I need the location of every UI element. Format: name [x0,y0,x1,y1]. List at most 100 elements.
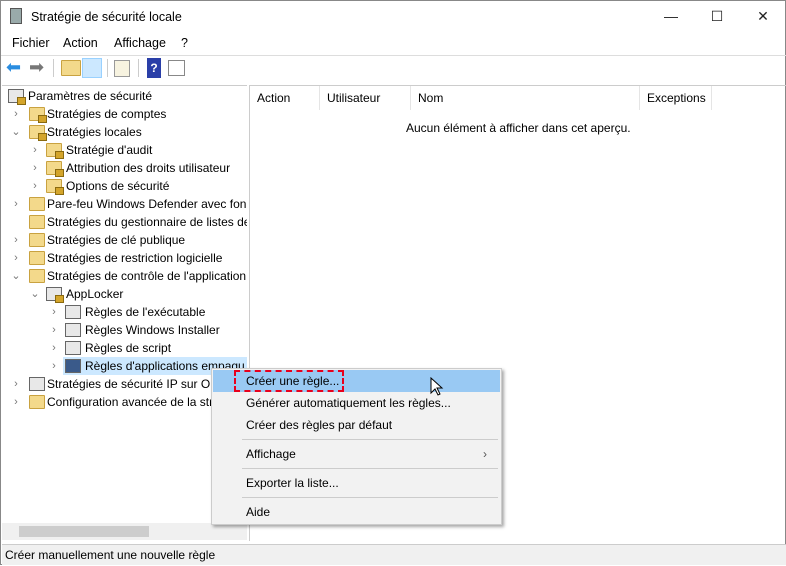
column-exceptions[interactable]: Exceptions [640,86,712,110]
tree-item[interactable]: Stratégies du gestionnaire de listes de [2,213,247,231]
packaged-app-icon [65,359,81,373]
expand-chevron-icon[interactable]: › [30,159,40,177]
expand-chevron-icon[interactable]: › [49,357,59,375]
up-folder-icon[interactable] [61,60,81,76]
folder-lock-icon [46,143,64,159]
executable-icon [65,305,81,319]
help-icon[interactable]: ? [147,58,161,78]
main-window: Stratégie de sécurité locale — ☐ ✕ Fichi… [0,0,786,565]
installer-icon [65,323,81,337]
folder-icon [29,395,45,409]
tree-item-label: Configuration avancée de la str [47,395,214,409]
menu-item-label: Aide [246,505,271,519]
close-button[interactable]: ✕ [740,1,786,31]
column-action[interactable]: Action [250,86,320,110]
menu-item-label: Générer automatiquement les règles... [246,396,451,410]
expand-chevron-icon[interactable]: › [11,249,21,267]
tree-item[interactable]: Paramètres de sécurité [2,87,247,105]
tree-item[interactable]: › Stratégie d'audit [2,141,247,159]
tree-item[interactable]: › Règles de l'exécutable [2,303,247,321]
column-utilisateur[interactable]: Utilisateur [320,86,411,110]
tree-item[interactable]: › Options de sécurité [2,177,247,195]
tree-item-label: Stratégies de sécurité IP sur Ord [47,377,221,391]
folder-lock-icon [29,107,47,123]
tree-item-label: AppLocker [66,287,124,301]
tree-item-label: Stratégies de restriction logicielle [47,251,223,265]
collapse-chevron-icon[interactable]: ⌄ [11,267,21,285]
menu-item-label: Créer des règles par défaut [246,418,393,432]
tree-item[interactable]: ⌄ Stratégies locales [2,123,247,141]
expand-chevron-icon[interactable]: › [30,141,40,159]
folder-icon [29,251,45,265]
tree-item[interactable]: › Pare-feu Windows Defender avec fon [2,195,247,213]
security-settings-icon [8,89,26,105]
folder-icon [29,197,45,211]
script-icon [65,341,81,355]
app-icon [10,8,22,24]
tree-item-label: Règles de l'exécutable [85,305,206,319]
menu-action[interactable]: Action [63,36,98,50]
folder-icon [29,215,45,229]
menu-item-label: Exporter la liste... [246,476,339,490]
tree-item-label: Stratégie d'audit [66,143,153,157]
column-nom[interactable]: Nom [411,86,640,110]
menu-item-default-rules[interactable]: Créer des règles par défaut [213,414,500,436]
folder-icon [29,269,45,283]
collapse-chevron-icon[interactable]: ⌄ [11,123,21,141]
tree-item-label: Pare-feu Windows Defender avec fon [47,197,247,211]
tree-item-label: Stratégies de clé publique [47,233,186,247]
expand-chevron-icon[interactable]: › [11,105,21,123]
tree-item[interactable]: ⌄ Stratégies de contrôle de l'application [2,267,247,285]
expand-chevron-icon[interactable]: › [30,177,40,195]
tree-item[interactable]: › Stratégies de restriction logicielle [2,249,247,267]
menu-item-aide[interactable]: Aide [213,501,500,523]
expand-chevron-icon[interactable]: › [11,231,21,249]
menu-item-auto-generate[interactable]: Générer automatiquement les règles... [213,392,500,414]
tree-horizontal-scrollbar[interactable] [2,523,247,540]
export-list-icon[interactable] [114,60,130,77]
tree-item[interactable]: › Règles de script [2,339,247,357]
status-bar: Créer manuellement une nouvelle règle [2,544,786,565]
maximize-button[interactable]: ☐ [694,1,740,31]
folder-lock-icon [46,161,64,177]
folder-lock-icon [29,125,47,141]
tree-item-label: Stratégies du gestionnaire de listes de [47,215,247,229]
expand-chevron-icon[interactable]: › [11,375,21,393]
expand-chevron-icon[interactable]: › [49,321,59,339]
expand-chevron-icon[interactable]: › [49,303,59,321]
show-action-pane-icon[interactable] [168,60,185,76]
tree-item-label: Règles Windows Installer [85,323,220,337]
expand-chevron-icon[interactable]: › [11,393,21,411]
annotation-highlight [234,370,344,392]
back-icon[interactable]: ⬅ [6,58,26,78]
menu-help[interactable]: ? [181,36,188,50]
tree-item[interactable]: › Règles Windows Installer [2,321,247,339]
tree-item[interactable]: ⌄ AppLocker [2,285,247,303]
scrollbar-thumb[interactable] [19,526,149,537]
collapse-chevron-icon[interactable]: ⌄ [30,285,40,303]
window-title: Stratégie de sécurité locale [31,10,182,24]
menu-item-affichage[interactable]: Affichage › [213,443,500,465]
applocker-icon [46,287,64,303]
menu-item-export[interactable]: Exporter la liste... [213,472,500,494]
tree-item-label: Stratégies de contrôle de l'application [47,269,247,283]
minimize-button[interactable]: — [648,1,694,31]
empty-message: Aucun élément à afficher dans cet aperçu… [406,121,631,135]
tree-item-label: Règles de script [85,341,172,355]
menu-affichage[interactable]: Affichage [114,36,166,50]
folder-lock-icon [46,179,64,195]
tree-item-label: Options de sécurité [66,179,170,193]
expand-chevron-icon[interactable]: › [49,339,59,357]
menu-item-label: Affichage [246,447,296,461]
forward-icon[interactable]: ➡ [29,58,49,78]
tree-item[interactable]: › Attribution des droits utilisateur [2,159,247,177]
tree-item[interactable]: › Stratégies de clé publique [2,231,247,249]
tree-item-label: Stratégies de comptes [47,107,167,121]
context-menu: Créer une règle... Générer automatiqueme… [211,368,502,525]
tree-item[interactable]: › Stratégies de comptes [2,105,247,123]
expand-chevron-icon[interactable]: › [11,195,21,213]
menu-fichier[interactable]: Fichier [12,36,50,50]
show-hide-tree-icon[interactable] [82,58,102,78]
tree-item-label: Stratégies locales [47,125,142,139]
submenu-arrow-icon: › [483,447,487,461]
